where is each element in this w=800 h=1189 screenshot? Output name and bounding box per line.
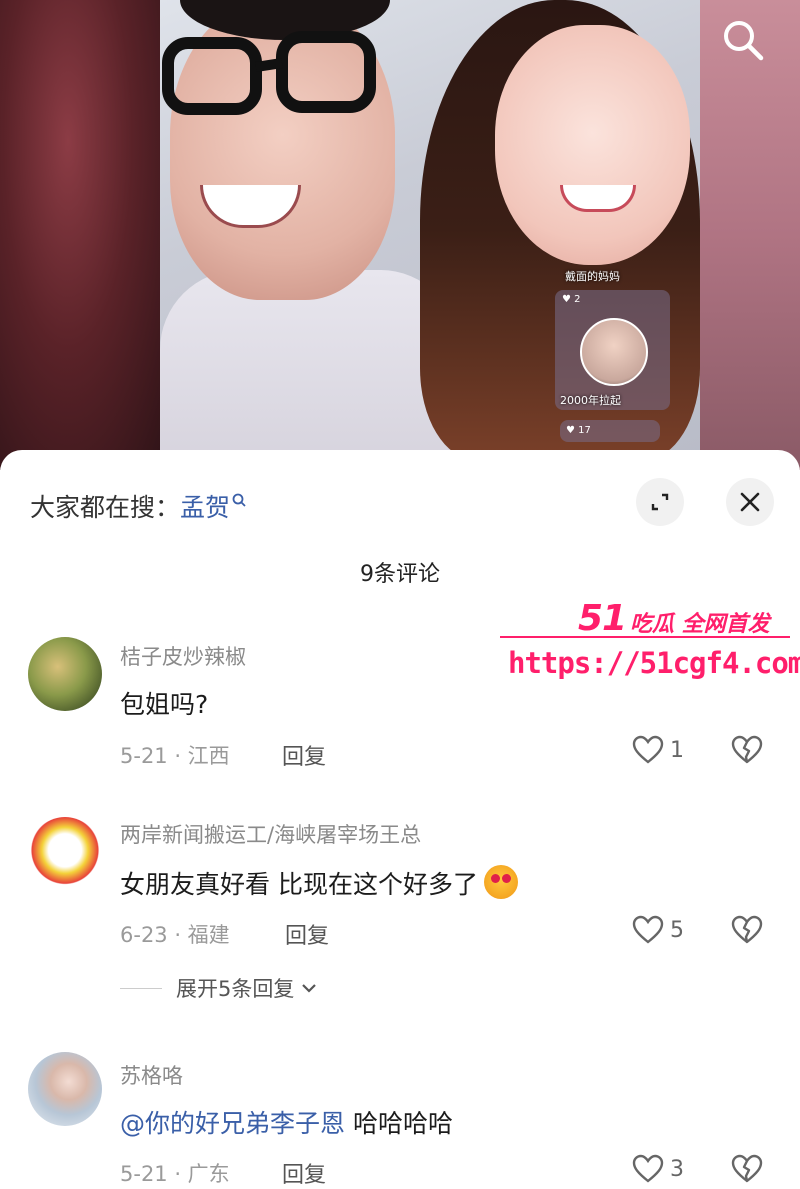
comment-date-location: 5-21 · 广东 [120,1162,230,1186]
dislike-button[interactable] [730,915,764,949]
broken-heart-icon [731,915,763,944]
mention-link[interactable]: @你的好兄弟李子恩 [120,1109,345,1138]
woman-face [495,25,690,265]
close-button[interactable] [726,478,774,526]
like-button[interactable]: 1 [632,735,684,765]
watermark-rule [500,636,790,638]
live-rank-year: 2000年拉起 [560,394,621,407]
heart-icon [632,735,664,764]
comment-username[interactable]: 苏格咯 [120,1060,183,1090]
heart-icon [632,915,664,944]
video-player[interactable]: 戴面的妈妈 ♥ 2 2000年拉起 ♥ 17 [0,0,800,470]
live-rank-badge-value: 2 [574,294,581,305]
watermark-brand-number: 51 [578,598,627,639]
like-button[interactable]: 5 [632,915,684,945]
chevron-down-icon [302,984,317,993]
live-rank-badge-2-value: 17 [578,425,591,436]
expand-icon [651,493,669,511]
trending-prefix: 大家都在搜： [30,493,181,522]
avatar[interactable] [28,1052,102,1126]
avatar[interactable] [28,637,102,711]
comment-sheet: 大家都在搜：孟贺 9条评论 桔子皮炒辣椒 包姐吗? 5-21 · 江西 回复 1… [0,450,800,1188]
heart-eyes-emoji [483,865,518,899]
live-rank-label: 戴面的妈妈 [565,270,620,283]
expand-button[interactable] [636,478,684,526]
comment-username[interactable]: 桔子皮炒辣椒 [120,641,246,671]
comment-text-content: 女朋友真好看 比现在这个好多了 [120,870,478,899]
close-icon [740,492,760,512]
comment-text: 包姐吗? [120,690,209,719]
live-rank-badge: ♥ 2 [562,294,581,305]
dislike-button[interactable] [730,735,764,769]
like-button[interactable]: 3 [632,1154,684,1184]
comment-text-rest: 哈哈哈哈 [345,1109,453,1138]
broken-heart-icon [731,1154,763,1183]
like-count: 3 [670,1156,684,1182]
trending-search[interactable]: 大家都在搜：孟贺 [30,488,246,524]
expand-replies-label: 展开5条回复 [176,977,295,1001]
like-count: 1 [670,737,684,763]
avatar[interactable] [28,817,102,891]
trending-keyword[interactable]: 孟贺 [180,493,230,522]
expand-replies-button[interactable]: 展开5条回复 [120,973,318,1003]
live-rank-badge-2: ♥ 17 [560,420,660,442]
comment-count: 9条评论 [360,562,440,587]
comment-username[interactable]: 两岸新闻搬运工/海峡屠宰场王总 [120,819,421,849]
comment-date-location: 5-21 · 江西 [120,744,230,768]
mini-search-icon [232,493,246,507]
watermark-url: https://51cgf4.com [508,646,800,680]
glasses-shape [162,31,376,115]
comment-text: 女朋友真好看 比现在这个好多了 [120,865,518,901]
comment-text-content: @你的好兄弟李子恩 哈哈哈哈 [120,1109,453,1138]
search-icon [724,21,764,61]
reply-button[interactable]: 回复 [285,918,329,950]
broken-heart-icon [731,735,763,764]
man-shirt [160,270,460,470]
video-background-right [685,0,800,470]
comment-text: @你的好兄弟李子恩 哈哈哈哈 [120,1104,453,1140]
search-button[interactable] [715,12,771,68]
comment-date-location: 6-23 · 福建 [120,923,230,947]
reply-button[interactable]: 回复 [282,1157,326,1189]
watermark-brand-text: 吃瓜 全网首发 [630,612,770,637]
watermark: 51 吃瓜 全网首发 https://51cgf4.com [500,598,800,688]
divider-line [120,987,162,989]
heart-icon [632,1154,664,1183]
live-rank-avatar[interactable] [580,318,648,386]
reply-button[interactable]: 回复 [282,739,326,771]
like-count: 5 [670,917,684,943]
video-background-left [0,0,170,470]
